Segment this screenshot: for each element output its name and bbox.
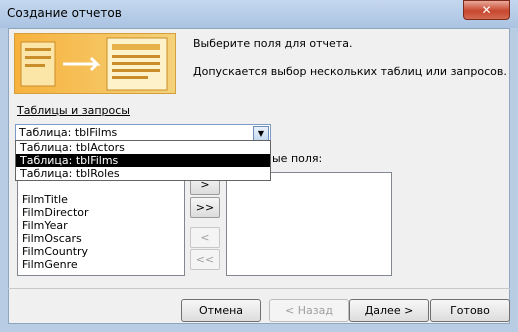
instruction-text-2: Допускается выбор нескольких таблиц или … — [193, 65, 507, 78]
dropdown-option[interactable]: Таблица: tblRoles — [16, 167, 270, 180]
add-all-fields-button[interactable]: >> — [190, 197, 220, 218]
next-button[interactable]: Далее > — [349, 299, 429, 322]
available-fields-list[interactable]: FilmTitle FilmDirector FilmYear FilmOsca… — [17, 172, 185, 276]
list-item[interactable]: FilmCountry — [22, 245, 88, 258]
list-item[interactable]: FilmOscars — [22, 232, 82, 245]
list-item[interactable]: FilmYear — [22, 219, 68, 232]
remove-all-fields-button[interactable]: << — [190, 249, 220, 270]
footer-divider — [8, 288, 510, 289]
remove-field-button[interactable]: < — [190, 227, 220, 248]
title-bar[interactable]: Создание отчетов — [0, 0, 518, 28]
chevron-down-icon[interactable]: ▼ — [253, 126, 269, 141]
list-item[interactable]: FilmDirector — [22, 206, 89, 219]
table-query-dropdown[interactable]: Таблица: tblActors Таблица: tblFilms Таб… — [15, 140, 271, 181]
list-item[interactable]: FilmTitle — [22, 193, 68, 206]
finish-button[interactable]: Готово — [430, 299, 510, 322]
instruction-text: Выберите поля для отчета. — [193, 37, 353, 50]
list-item[interactable]: FilmGenre — [22, 258, 78, 271]
window-title: Создание отчетов — [7, 6, 122, 20]
table-query-combo[interactable]: Таблица: tblFilms ▼ — [15, 124, 271, 141]
selected-fields-list[interactable] — [226, 172, 392, 276]
wizard-banner-image — [14, 33, 176, 94]
cancel-button[interactable]: Отмена — [181, 299, 261, 322]
close-button[interactable]: ✕ — [463, 0, 510, 20]
report-illustration-icon — [20, 37, 168, 91]
dropdown-option-selected[interactable]: Таблица: tblFilms — [16, 154, 270, 167]
back-button[interactable]: < Назад — [269, 299, 349, 322]
selected-fields-label: ые поля: — [272, 152, 323, 165]
dropdown-option[interactable]: Таблица: tblActors — [16, 141, 270, 154]
tables-queries-label: Таблицы и запросы — [17, 104, 130, 117]
combo-selected-value: Таблица: tblFilms — [19, 126, 118, 139]
